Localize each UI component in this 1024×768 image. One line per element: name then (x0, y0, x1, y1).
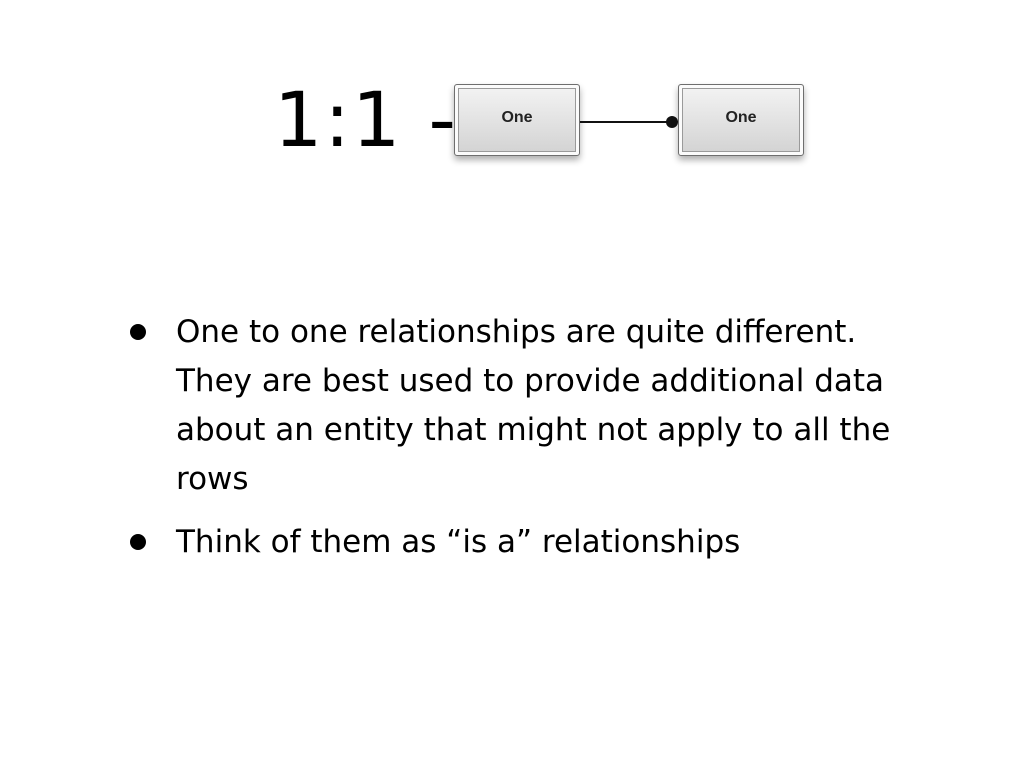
entity-label-right: One (725, 109, 757, 126)
bullet-item: Think of them as “is a” relationships (130, 518, 910, 567)
relationship-connector-line (580, 121, 672, 123)
relationship-diagram: One One (440, 74, 820, 174)
bullet-point-icon (130, 534, 146, 550)
bullet-item: One to one relationships are quite diffe… (130, 308, 910, 504)
bullet-list: One to one relationships are quite diffe… (130, 308, 910, 581)
bullet-text: One to one relationships are quite diffe… (176, 314, 891, 497)
entity-label-left: One (501, 109, 533, 126)
entity-box-right: One (678, 84, 804, 156)
slide-title: 1:1 - (274, 75, 458, 164)
entity-box-left: One (454, 84, 580, 156)
bullet-point-icon (130, 324, 146, 340)
bullet-text: Think of them as “is a” relationships (176, 524, 741, 560)
slide: 1:1 - One One One to one relationships a… (0, 0, 1024, 768)
relationship-end-dot (666, 116, 678, 128)
